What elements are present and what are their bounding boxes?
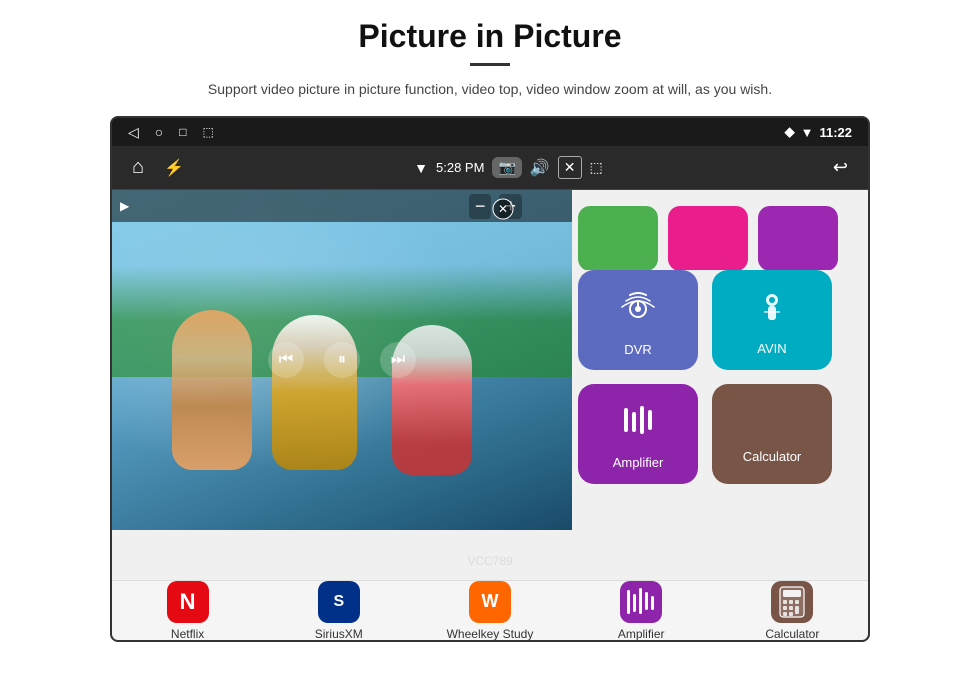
siriusxm-icon: S	[318, 581, 360, 623]
bottom-wheelkey[interactable]: W Wheelkey Study	[425, 581, 555, 641]
partial-app-pink[interactable]	[668, 206, 748, 270]
avin-label: AVIN	[757, 341, 786, 356]
calculator-app-icon[interactable]: Calculator	[712, 384, 832, 484]
usb-icon: ⚡	[164, 158, 184, 178]
wifi-icon: ◆	[785, 124, 795, 140]
pip-next-btn[interactable]: ⏭	[380, 342, 416, 378]
bottom-amplifier-icon	[620, 581, 662, 623]
pip-minus-btn[interactable]: −	[469, 194, 492, 219]
netflix-icon: N	[167, 581, 209, 623]
amplifier-app-icon[interactable]: Amplifier	[578, 384, 698, 484]
calculator-bottom-label: Calculator	[765, 627, 819, 641]
nav-bar-right: ↩	[833, 157, 848, 178]
partial-apps-row	[578, 200, 848, 270]
pip-video-icon: ▶	[120, 199, 129, 213]
nav-bar-left: ⌂ ⚡	[132, 156, 184, 179]
pip-pause-btn[interactable]: ⏸	[324, 342, 360, 378]
volume-icon[interactable]: 🔊	[530, 158, 550, 178]
bottom-amplifier[interactable]: Amplifier	[576, 581, 706, 641]
watermark: VCC789	[467, 554, 512, 568]
back-btn[interactable]: ◁	[128, 124, 139, 141]
screenshot-btn[interactable]: ⬚	[203, 125, 214, 139]
person1-silhouette	[172, 310, 252, 470]
partial-app-purple[interactable]	[758, 206, 838, 270]
page-container: Picture in Picture Support video picture…	[0, 0, 980, 691]
car-nav-bar: ⌂ ⚡ ▼ 5:28 PM 📷 🔊 ✕ ⬚ ↩	[112, 146, 868, 190]
dvr-icon	[613, 284, 663, 334]
pip-prev-btn[interactable]: ⏮	[268, 342, 304, 378]
amplifier-bottom-label: Amplifier	[618, 627, 665, 641]
amplifier-label: Amplifier	[613, 455, 664, 470]
main-screen: ▶ − + ✕	[112, 190, 868, 580]
nav-time: 5:28 PM	[436, 160, 484, 175]
wheelkey-icon: W	[469, 581, 511, 623]
wheelkey-label: Wheelkey Study	[447, 627, 534, 641]
pip-icon[interactable]: ⬚	[590, 159, 603, 176]
bottom-siriusxm[interactable]: S SiriusXM	[274, 581, 404, 641]
camera-btn[interactable]: 📷	[492, 157, 521, 178]
pip-resize-controls[interactable]: − + ✕	[469, 194, 522, 219]
avin-app-icon[interactable]: AVIN	[712, 270, 832, 370]
page-subtitle: Support video picture in picture functio…	[208, 78, 772, 100]
pip-close-btn[interactable]: ✕	[492, 198, 514, 225]
title-divider	[470, 63, 510, 66]
back-nav-icon[interactable]: ↩	[833, 157, 848, 178]
dvr-app-icon[interactable]: DVR	[578, 270, 698, 370]
netflix-label: Netflix	[171, 627, 204, 641]
pip-playback-controls: ⏮ ⏸ ⏭	[268, 342, 416, 378]
nav-bar-center: ▼ 5:28 PM 📷 🔊 ✕ ⬚	[414, 156, 603, 179]
wifi-status-icon: ▼	[414, 160, 428, 176]
app-row-2: Amplifier	[578, 384, 848, 484]
bottom-netflix[interactable]: N Netflix	[123, 581, 253, 641]
bottom-calculator[interactable]: Calculator	[727, 581, 857, 641]
calculator-label: Calculator	[743, 449, 802, 464]
app-row-1: DVR AVIN	[578, 270, 848, 370]
bottom-app-bar: N Netflix S SiriusXM W Wheelkey Study	[112, 580, 868, 640]
page-title: Picture in Picture	[358, 18, 621, 55]
dvr-label: DVR	[624, 342, 651, 357]
device-frame: ◁ ○ □ ⬚ ◆ ▼ 11:22 ⌂ ⚡ ▼ 5:28 PM 📷 🔊	[110, 116, 870, 642]
pip-video-content: ▶ − + ✕	[112, 190, 572, 530]
status-bar-right: ◆ ▼ 11:22	[785, 124, 852, 140]
avin-icon	[750, 284, 794, 333]
close-icon[interactable]: ✕	[558, 156, 582, 179]
status-time: 11:22	[819, 125, 852, 140]
home-icon[interactable]: ⌂	[132, 156, 144, 179]
status-bar-left: ◁ ○ □ ⬚	[128, 124, 214, 141]
pip-video[interactable]: ▶ − + ✕	[112, 190, 572, 530]
partial-app-green[interactable]	[578, 206, 658, 270]
person2-silhouette	[272, 315, 357, 470]
svg-text:✕: ✕	[498, 202, 508, 216]
android-status-bar: ◁ ○ □ ⬚ ◆ ▼ 11:22	[112, 118, 868, 146]
home-btn[interactable]: ○	[155, 124, 163, 140]
amplifier-icon	[616, 398, 660, 447]
recent-btn[interactable]: □	[179, 125, 186, 139]
bottom-calculator-icon	[771, 581, 813, 623]
siriusxm-label: SiriusXM	[315, 627, 363, 641]
signal-icon: ▼	[801, 125, 814, 140]
app-grid: DVR AVIN	[558, 190, 868, 580]
